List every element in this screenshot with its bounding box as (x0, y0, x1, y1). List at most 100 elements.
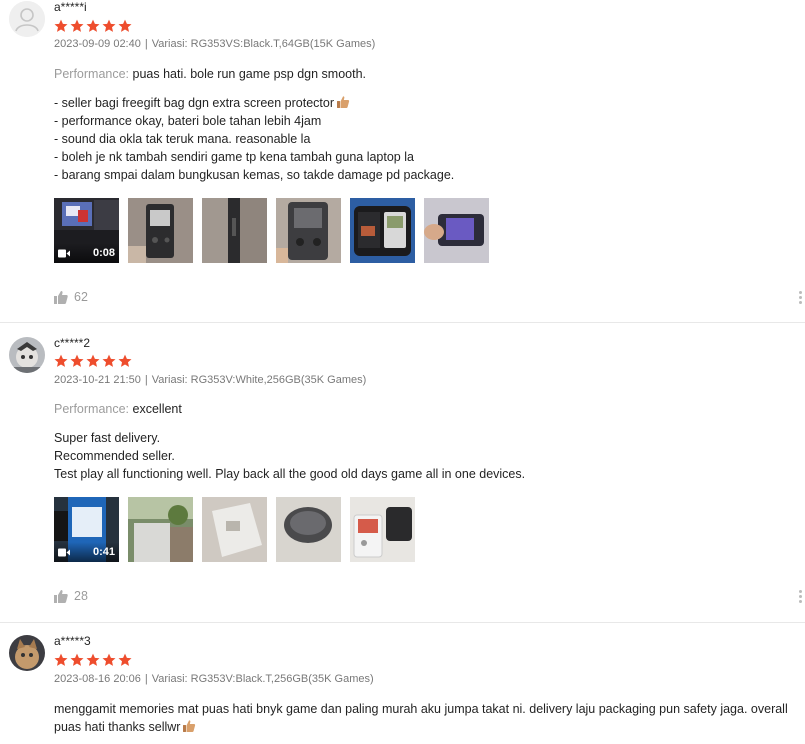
review-photo-thumbnail[interactable] (350, 198, 415, 263)
video-overlay: 0:08 (54, 243, 119, 263)
review-line: - sound dia okla tak teruk mana. reasona… (54, 132, 311, 146)
performance-label: Performance: (54, 402, 130, 416)
review-date: 2023-10-21 21:50 (54, 374, 141, 386)
thumbs-up-icon (54, 290, 68, 304)
review-line: - barang smpai dalam bungkusan kemas, so… (54, 168, 455, 182)
review-media-list: 0:41 (54, 497, 415, 562)
user-avatar-icon (9, 1, 45, 37)
star-icon (70, 19, 84, 32)
review-item: c*****2 2023-10-21 21:50 | Variasi: RG353V… (0, 332, 805, 622)
star-icon (86, 653, 100, 666)
review-item: a*****i 2023-09-09 02:40 | Variasi: RG353V… (0, 0, 805, 322)
review-photo (424, 198, 489, 263)
star-icon (54, 19, 68, 32)
rating-stars (54, 653, 132, 667)
review-username[interactable]: c*****2 (54, 336, 90, 350)
more-options-button[interactable] (799, 291, 803, 304)
video-camera-icon (58, 249, 70, 257)
like-button[interactable]: 28 (54, 589, 88, 603)
review-photo (128, 198, 193, 263)
performance-value: excellent (132, 402, 182, 416)
review-meta: 2023-09-09 02:40 | Variasi: RG353VS:Black.… (54, 38, 375, 50)
user-avatar-image (9, 635, 45, 671)
review-photo (128, 497, 193, 562)
rating-stars (54, 354, 132, 368)
review-body: Super fast delivery. Recommended seller.… (54, 429, 525, 483)
review-photo (202, 198, 267, 263)
review-line: menggamit memories mat puas hati bnyk ga… (54, 702, 788, 716)
review-video-thumbnail[interactable]: 0:41 (54, 497, 119, 562)
review-photo-thumbnail[interactable] (276, 497, 341, 562)
review-photo-thumbnail[interactable] (202, 497, 267, 562)
review-variation: Variasi: RG353VS:Black.T,64GB(15K Games) (151, 38, 376, 50)
more-vertical-icon (799, 291, 802, 294)
review-photo (276, 497, 341, 562)
rating-stars (54, 19, 132, 33)
performance-line: Performance: puas hati. bole run game ps… (54, 67, 366, 81)
video-overlay: 0:41 (54, 542, 119, 562)
review-line: Test play all functioning well. Play bac… (54, 467, 526, 481)
performance-line: Performance: excellent (54, 402, 182, 416)
star-icon (54, 354, 68, 367)
star-icon (118, 653, 132, 666)
avatar[interactable] (9, 337, 45, 373)
review-photo-thumbnail[interactable] (128, 198, 193, 263)
review-line: Recommended seller. (54, 449, 175, 463)
review-photo-thumbnail[interactable] (276, 198, 341, 263)
review-divider (0, 322, 805, 323)
review-username[interactable]: a*****3 (54, 634, 91, 648)
review-date: 2023-08-16 20:06 (54, 673, 141, 685)
review-photo-thumbnail[interactable] (424, 198, 489, 263)
review-media-list: 0:08 (54, 198, 489, 263)
meta-separator: | (144, 38, 148, 50)
performance-value: puas hati. bole run game psp dgn smooth. (132, 67, 366, 81)
review-line: puas hati thanks sellwr (54, 718, 788, 736)
like-count: 28 (74, 589, 88, 603)
review-photo-thumbnail[interactable] (202, 198, 267, 263)
review-meta: 2023-08-16 20:06 | Variasi: RG353V:Black.T… (54, 673, 374, 685)
review-photo-thumbnail[interactable] (128, 497, 193, 562)
review-video-thumbnail[interactable]: 0:08 (54, 198, 119, 263)
review-line: - performance okay, bateri bole tahan le… (54, 114, 322, 128)
video-duration: 0:08 (92, 247, 115, 259)
video-camera-icon (58, 548, 70, 556)
more-options-button[interactable] (799, 590, 803, 603)
review-item: a*****3 2023-08-16 20:06 | Variasi: RG353V… (0, 630, 805, 744)
star-icon (86, 19, 100, 32)
like-count: 62 (74, 290, 88, 304)
thumbs-up-emoji-icon (183, 720, 196, 732)
user-avatar-image (9, 337, 45, 373)
performance-label: Performance: (54, 67, 130, 81)
star-icon (102, 354, 116, 367)
review-line: - boleh je nk tambah sendiri game tp ken… (54, 150, 414, 164)
review-photo (202, 497, 267, 562)
thumbs-up-emoji-icon (337, 96, 350, 108)
review-body: - seller bagi freegift bag dgn extra scr… (54, 94, 454, 184)
avatar[interactable] (9, 635, 45, 671)
star-icon (70, 354, 84, 367)
review-body: menggamit memories mat puas hati bnyk ga… (54, 700, 788, 736)
review-username[interactable]: a*****i (54, 0, 87, 14)
star-icon (70, 653, 84, 666)
review-line: - seller bagi freegift bag dgn extra scr… (54, 94, 454, 112)
star-icon (102, 19, 116, 32)
review-photo-thumbnail[interactable] (350, 497, 415, 562)
like-button[interactable]: 62 (54, 290, 88, 304)
more-vertical-icon (799, 590, 802, 593)
review-meta: 2023-10-21 21:50 | Variasi: RG353V:White,2… (54, 374, 366, 386)
star-icon (86, 354, 100, 367)
review-photo (350, 198, 415, 263)
star-icon (118, 354, 132, 367)
video-duration: 0:41 (92, 546, 115, 558)
avatar[interactable] (9, 1, 45, 37)
review-photo (276, 198, 341, 263)
review-divider (0, 622, 805, 623)
review-line: Super fast delivery. (54, 431, 161, 445)
thumbs-up-icon (54, 589, 68, 603)
meta-separator: | (144, 673, 148, 685)
star-icon (54, 653, 68, 666)
review-date: 2023-09-09 02:40 (54, 38, 141, 50)
review-photo (350, 497, 415, 562)
meta-separator: | (144, 374, 148, 386)
review-variation: Variasi: RG353V:White,256GB(35K Games) (151, 374, 367, 386)
